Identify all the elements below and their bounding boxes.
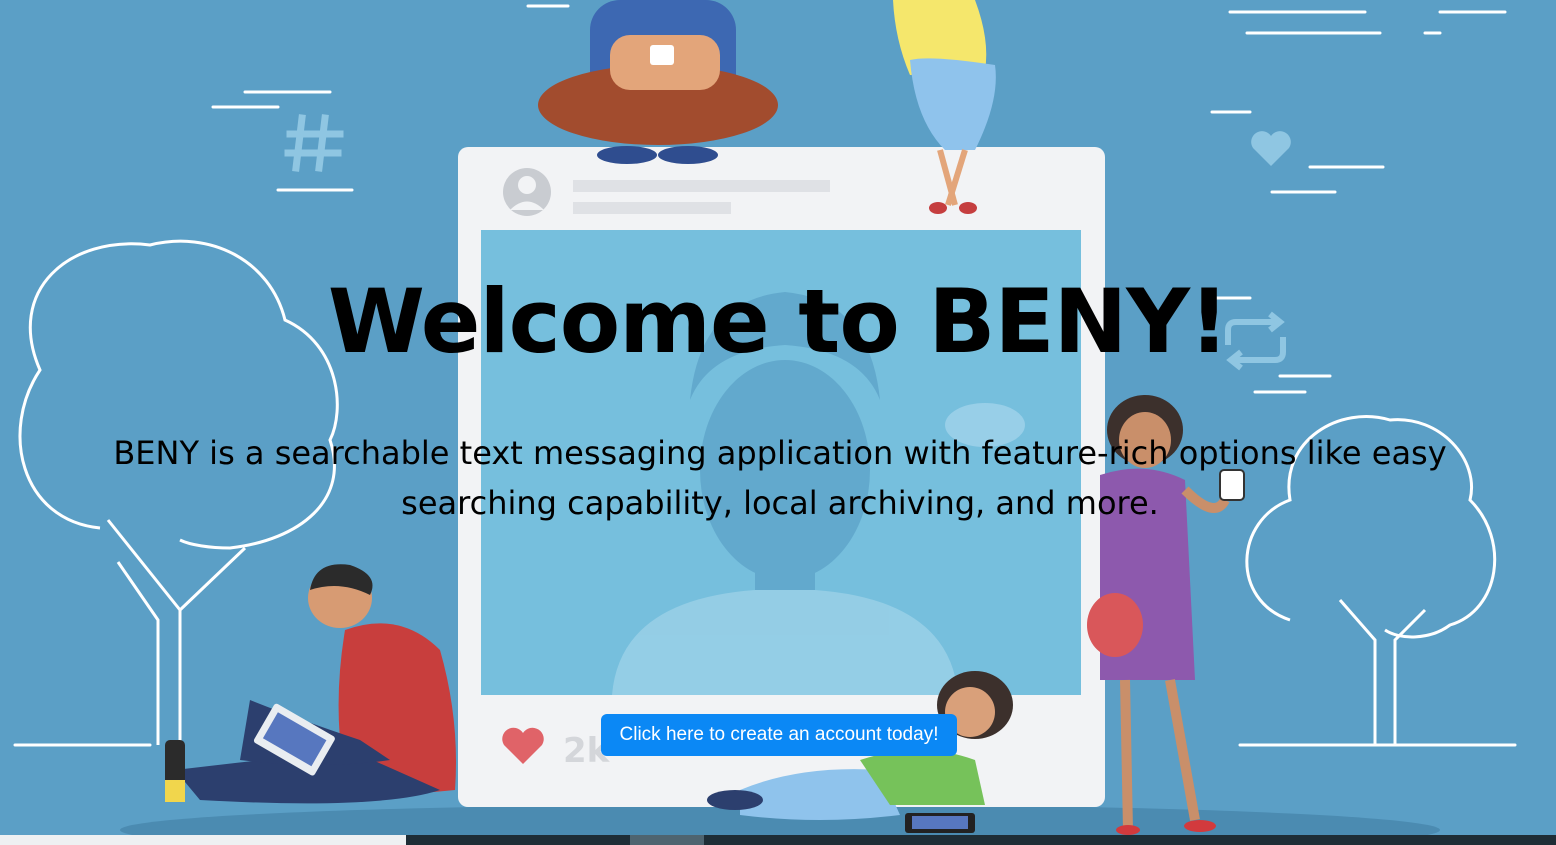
person-sitting-top bbox=[538, 0, 778, 164]
create-account-button[interactable]: Click here to create an account today! bbox=[601, 714, 957, 756]
bottom-bar-segment bbox=[0, 835, 406, 845]
bottom-bar-segment bbox=[630, 835, 704, 845]
bottom-bar bbox=[0, 835, 1556, 845]
page-title: Welcome to BENY! bbox=[327, 270, 1229, 373]
hashtag-icon bbox=[284, 114, 344, 172]
landing-page: 2k Welcome to BENY! BENY is a searchable… bbox=[0, 0, 1556, 845]
page-description: BENY is a searchable text messaging appl… bbox=[113, 434, 1447, 522]
person-with-laptop bbox=[165, 564, 456, 804]
heart-icon bbox=[1251, 131, 1291, 166]
